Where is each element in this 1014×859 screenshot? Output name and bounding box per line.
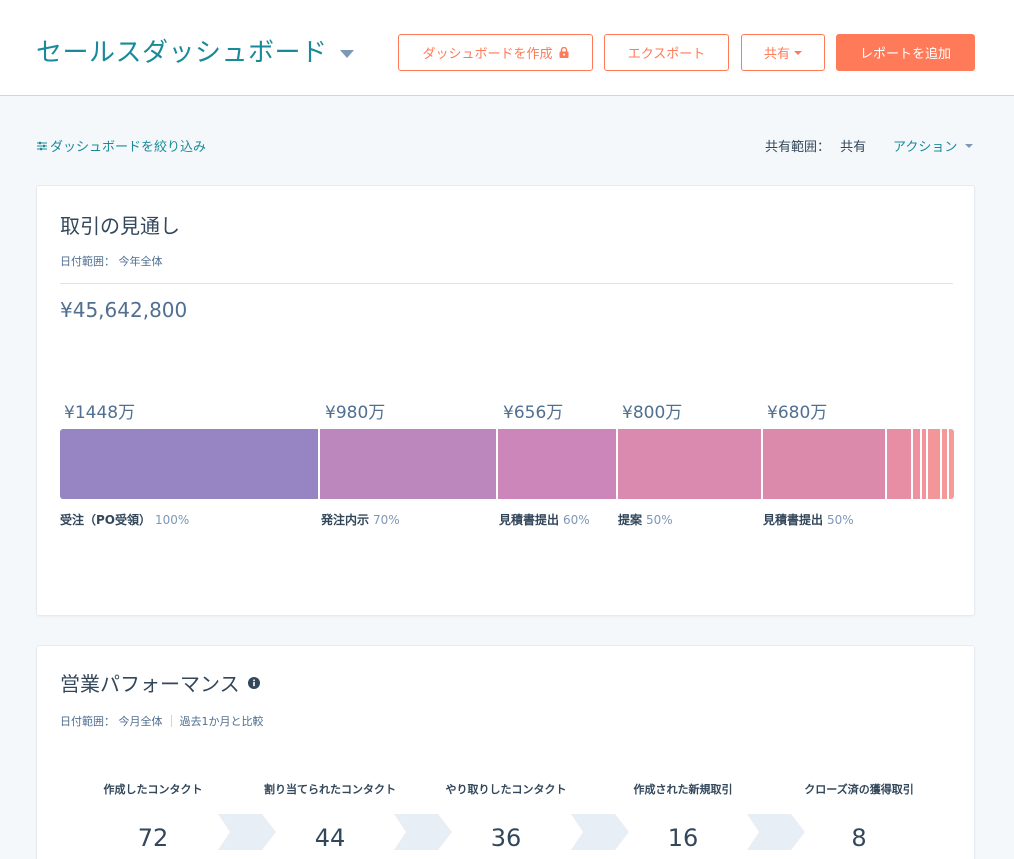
export-label: エクスポート (627, 47, 706, 62)
stage-probability: 100% (155, 513, 190, 527)
metric-label: やり取りしたコンタクト (445, 783, 567, 796)
chevron-down-icon[interactable] (339, 49, 354, 58)
export-button[interactable]: エクスポート (604, 34, 729, 71)
stage-label: 発注内示 70% (321, 511, 400, 528)
stage-name: 発注内示 (321, 513, 370, 527)
sales-performance-card: 営業パフォーマンス 日付範囲： 今月全体 過去1か月と比較 作成したコンタクト … (36, 645, 975, 859)
metric-label: 割り当てられたコンタクト (264, 783, 396, 796)
metric-value: 8 (851, 824, 867, 852)
forecast-segment[interactable] (942, 429, 947, 499)
stage-probability: 50% (827, 513, 854, 527)
filter-icon (37, 141, 47, 150)
stage-label: 見積書提出 50% (763, 511, 854, 528)
add-report-label: レポートを追加 (859, 47, 951, 62)
stage-name: 見積書提出 (499, 513, 560, 527)
metric-label: 作成された新規取引 (633, 783, 733, 796)
forecast-segment[interactable] (763, 429, 885, 499)
share-label: 共有 (763, 47, 790, 62)
deal-forecast-card: 取引の見通し 日付範囲： 今年全体 ¥45,642,800 ¥1448万 ¥98… (36, 185, 975, 616)
metric-value: 16 (667, 824, 699, 852)
comparison-text: 過去1か月と比較 (179, 715, 264, 728)
stage-label: 提案 50% (618, 511, 673, 528)
stage-name: 見積書提出 (763, 513, 824, 527)
deal-forecast-title[interactable]: 取引の見通し (60, 210, 180, 239)
forecast-bar (60, 429, 954, 499)
scope-value: 共有 (840, 140, 867, 155)
dashboard-title: セールスダッシュボード (36, 38, 328, 68)
stage-probability: 70% (373, 513, 400, 527)
forecast-segment[interactable] (618, 429, 761, 499)
metric-value: 36 (490, 824, 522, 852)
forecast-segment[interactable] (949, 429, 954, 499)
forecast-total: ¥45,642,800 (60, 298, 188, 322)
create-dashboard-label: ダッシュボードを作成 (422, 47, 553, 62)
deal-forecast-date-range: 日付範囲： 今年全体 (60, 255, 163, 268)
add-report-button[interactable]: レポートを追加 (836, 34, 975, 71)
stage-name: 提案 (618, 513, 643, 527)
filter-dashboard-label: ダッシュボードを絞り込み (50, 140, 207, 155)
stage-label: 受注（PO受領） 100% (60, 511, 189, 528)
stage-name: 受注（PO受領） (60, 513, 151, 527)
forecast-segment[interactable] (928, 429, 940, 499)
info-icon[interactable] (247, 676, 260, 689)
stage-probability: 60% (563, 513, 590, 527)
stage-value: ¥1448万 (64, 403, 136, 423)
create-dashboard-button[interactable]: ダッシュボードを作成 (398, 34, 593, 71)
stage-value: ¥800万 (622, 403, 683, 423)
actions-label: アクション (893, 140, 958, 155)
filter-dashboard-link[interactable]: ダッシュボードを絞り込み (36, 136, 206, 155)
metric-label: 作成したコンタクト (103, 783, 203, 796)
metric-value: 72 (137, 824, 169, 852)
forecast-segment[interactable] (498, 429, 616, 499)
scope-label: 共有範囲： (765, 140, 831, 155)
forecast-segment[interactable] (320, 429, 496, 499)
actions-dropdown[interactable]: アクション (893, 136, 974, 155)
top-bar: セールスダッシュボード ダッシュボードを作成 エクスポート 共有 レポートを追加 (0, 0, 1014, 96)
lock-icon (559, 47, 569, 58)
sales-performance-heading: 営業パフォーマンス (60, 668, 260, 697)
share-scope: 共有範囲： 共有 (765, 136, 866, 155)
divider (60, 283, 953, 284)
divider (170, 715, 172, 727)
stage-value: ¥656万 (503, 403, 564, 423)
stage-value: ¥980万 (325, 403, 386, 423)
forecast-segment[interactable] (922, 429, 926, 499)
caret-down-icon (794, 50, 802, 55)
metric-value: 44 (314, 824, 346, 852)
dashboard-selector[interactable]: セールスダッシュボード (36, 32, 354, 69)
caret-down-icon (965, 143, 974, 148)
sales-performance-title[interactable]: 営業パフォーマンス (60, 668, 240, 697)
share-button[interactable]: 共有 (741, 34, 825, 71)
stage-value: ¥680万 (767, 403, 828, 423)
forecast-segment[interactable] (887, 429, 911, 499)
sales-performance-date-range: 日付範囲： 今月全体 過去1か月と比較 (60, 713, 264, 729)
date-range-text: 日付範囲： 今月全体 (60, 715, 163, 728)
stage-label: 見積書提出 60% (499, 511, 590, 528)
stage-probability: 50% (646, 513, 673, 527)
forecast-segment[interactable] (60, 429, 318, 499)
forecast-segment[interactable] (913, 429, 920, 499)
metric-label: クローズ済の獲得取引 (804, 783, 914, 796)
